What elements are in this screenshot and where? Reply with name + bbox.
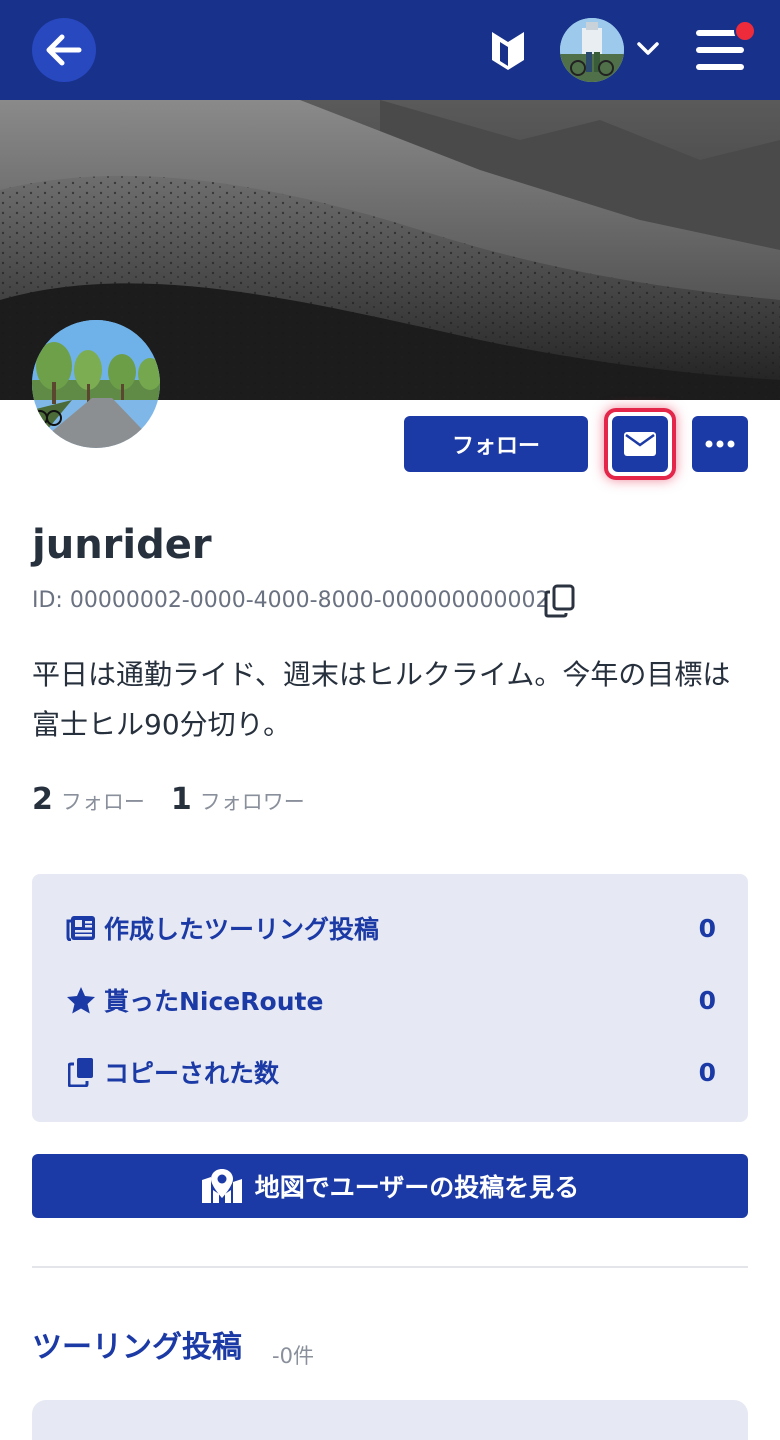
summary-row-posts: 作成したツーリング投稿 0: [64, 908, 716, 948]
message-button[interactable]: [612, 416, 668, 472]
arrow-left-icon: [46, 34, 82, 66]
back-button[interactable]: [32, 18, 96, 82]
more-options-button[interactable]: [692, 416, 748, 472]
map-marker-icon: [201, 1169, 242, 1203]
avatar-photo: [560, 18, 624, 82]
activity-summary-card: 作成したツーリング投稿 0 貰ったNiceRoute 0 コピーされた数 0: [32, 874, 748, 1122]
section-divider: [32, 1266, 748, 1268]
summary-label-niceroute: 貰ったNiceRoute: [104, 987, 324, 1016]
top-app-bar: [0, 0, 780, 100]
summary-label-posts: 作成したツーリング投稿: [104, 915, 380, 944]
ellipsis-icon: [705, 440, 735, 448]
follow-button[interactable]: フォロー: [404, 416, 588, 472]
user-avatar[interactable]: [560, 18, 624, 82]
newspaper-icon: [64, 913, 98, 943]
copy-icon: [64, 1057, 98, 1087]
follow-stats: 2 フォロー 1 フォロワー: [32, 782, 331, 817]
summary-value-niceroute: 0: [698, 985, 716, 1015]
view-posts-on-map-label: 地図でユーザーの投稿を見る: [254, 1173, 580, 1202]
star-icon: [64, 985, 98, 1015]
menu-bar-middle: [696, 47, 744, 53]
posts-section-title: ツーリング投稿: [32, 1330, 242, 1365]
summary-label-copies: コピーされた数: [104, 1059, 280, 1088]
beginner-mark-icon[interactable]: [490, 30, 526, 72]
posts-section-count: -0件: [272, 1344, 314, 1368]
chevron-down-icon[interactable]: [636, 40, 660, 58]
menu-bar-bottom: [696, 64, 744, 70]
envelope-icon: [624, 432, 656, 456]
followers-link[interactable]: フォロワー: [200, 786, 305, 816]
following-link[interactable]: フォロー: [61, 786, 145, 816]
summary-row-niceroute: 貰ったNiceRoute 0: [64, 980, 716, 1020]
bio-text: 平日は通勤ライド、週末はヒルクライム。今年の目標は富士ヒル90分切り。: [32, 658, 731, 741]
copy-icon[interactable]: [544, 584, 576, 618]
view-posts-on-map-button[interactable]: 地図でユーザーの投稿を見る: [32, 1154, 748, 1218]
summary-value-copies: 0: [698, 1057, 716, 1087]
username: junrider: [32, 522, 212, 568]
followers-count: 1: [170, 782, 192, 817]
posts-list-card: [32, 1400, 748, 1440]
summary-row-copies: コピーされた数 0: [64, 1052, 716, 1092]
following-count: 2: [32, 782, 53, 817]
notification-dot: [734, 20, 756, 42]
summary-value-posts: 0: [698, 913, 716, 943]
profile-avatar[interactable]: [32, 320, 160, 448]
profile-photo: [32, 320, 160, 448]
user-id: ID: 00000002-0000-4000-8000-000000000002: [32, 588, 550, 613]
